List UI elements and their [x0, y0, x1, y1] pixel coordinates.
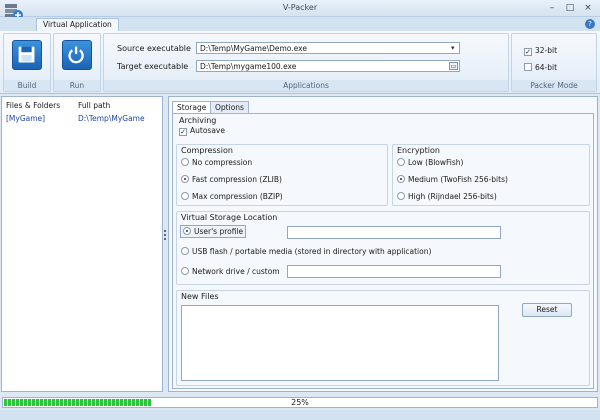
mode-64-checkbox[interactable]: 64-bit [524, 63, 557, 72]
tab-virtual-application[interactable]: Virtual Application [36, 18, 119, 32]
radio-label: User's profile [194, 227, 244, 236]
ribbon-tab-strip: Virtual Application ? [0, 17, 600, 32]
chevron-down-icon[interactable]: ▾ [451, 45, 457, 52]
browse-icon[interactable]: ▭ [449, 62, 458, 70]
run-group-label: Run [54, 80, 100, 91]
radio-label: No compression [192, 158, 253, 167]
mode-64-label: 64-bit [535, 63, 558, 72]
build-group: Build [3, 33, 51, 92]
status-bar [0, 410, 600, 420]
checkmark-icon: ✓ [524, 48, 532, 56]
radio-label: Network drive / custom [192, 267, 280, 276]
source-executable-combo[interactable]: D:\Temp\MyGame\Demo.exe ▾ [196, 42, 460, 54]
settings-panel: Storage Options Archiving ✓ Autosave Comp… [168, 96, 598, 392]
radio-max-compression[interactable]: Max compression (BZIP) [181, 192, 283, 201]
network-drive-path-input[interactable] [287, 265, 501, 278]
storage-tab-content: Archiving ✓ Autosave Compression No compr… [172, 113, 594, 389]
radio-label: Medium (TwoFish 256-bits) [408, 175, 508, 184]
radio-label: USB flash / portable media (stored in di… [192, 247, 432, 256]
radio-icon [397, 158, 405, 166]
radio-network-drive[interactable]: Network drive / custom [181, 267, 280, 276]
radio-users-profile[interactable]: User's profile [180, 225, 247, 238]
source-value: D:\Temp\MyGame\Demo.exe [200, 44, 307, 53]
radio-label: Max compression (BZIP) [192, 192, 283, 201]
new-files-title: New Files [181, 292, 219, 301]
mode-32-checkbox[interactable]: ✓ 32-bit [524, 46, 557, 56]
radio-icon [181, 192, 189, 200]
new-files-list[interactable] [181, 305, 499, 381]
packer-mode-group-label: Packer Mode [512, 80, 596, 91]
radio-selected-icon [181, 175, 189, 183]
help-icon[interactable]: ? [585, 19, 595, 29]
maximize-icon[interactable]: □ [563, 3, 577, 14]
window-title: V-Packer [282, 3, 318, 12]
storage-location-title: Virtual Storage Location [181, 213, 278, 222]
target-label: Target executable [117, 62, 189, 71]
radio-icon [181, 247, 189, 255]
autosave-label: Autosave [190, 126, 225, 135]
users-profile-path-input[interactable] [287, 226, 501, 239]
run-group: Run [53, 33, 101, 92]
ribbon: Build Run Source executable D:\Temp\MyGa… [0, 31, 600, 94]
progress-bar: 25% [2, 397, 598, 408]
empty-checkbox-icon [524, 63, 532, 71]
column-header-path[interactable]: Full path [78, 101, 110, 110]
autosave-checkbox[interactable]: ✓ Autosave [179, 126, 225, 136]
radio-icon [181, 158, 189, 166]
build-group-label: Build [4, 80, 50, 91]
radio-label: High (Rijndael 256-bits) [408, 192, 497, 201]
radio-no-compression[interactable]: No compression [181, 158, 252, 167]
source-label: Source executable [117, 44, 191, 53]
new-files-group: New Files Reset [176, 290, 590, 386]
radio-label: Fast compression (ZLIB) [192, 175, 282, 184]
reset-button[interactable]: Reset [522, 303, 572, 317]
panel-splitter-handle[interactable] [164, 230, 167, 244]
file-name-cell: [MyGame] [6, 114, 46, 123]
radio-icon [397, 192, 405, 200]
applications-group: Source executable D:\Temp\MyGame\Demo.ex… [103, 33, 509, 92]
radio-high-encryption[interactable]: High (Rijndael 256-bits) [397, 192, 497, 201]
checkmark-icon: ✓ [179, 128, 187, 136]
radio-label: Low (BlowFish) [408, 158, 464, 167]
radio-low-encryption[interactable]: Low (BlowFish) [397, 158, 463, 167]
radio-fast-compression[interactable]: Fast compression (ZLIB) [181, 175, 282, 184]
radio-icon [181, 267, 189, 275]
progress-label: 25% [291, 398, 309, 407]
save-disk-icon [18, 46, 35, 63]
files-panel: Files & Folders Full path [MyGame] D:\Te… [1, 96, 163, 392]
minimize-icon[interactable]: – [545, 3, 559, 14]
target-executable-field[interactable]: D:\Temp\mygame100.exe ▭ [196, 60, 460, 72]
encryption-title: Encryption [397, 146, 440, 155]
radio-selected-icon [183, 227, 191, 235]
column-header-files[interactable]: Files & Folders [6, 101, 60, 110]
radio-selected-icon [397, 175, 405, 183]
applications-group-label: Applications [104, 80, 508, 91]
compression-title: Compression [181, 146, 233, 155]
title-bar: V-Packer – □ × [0, 0, 600, 20]
close-icon[interactable]: × [581, 3, 595, 14]
storage-location-group: Virtual Storage Location User's profile … [176, 211, 590, 285]
file-path-cell: D:\Temp\MyGame [78, 114, 145, 123]
archiving-title: Archiving [179, 116, 217, 125]
radio-usb-flash[interactable]: USB flash / portable media (stored in di… [181, 247, 431, 256]
compression-group: Compression No compression Fast compress… [176, 144, 388, 206]
power-icon [68, 46, 84, 64]
radio-medium-encryption[interactable]: Medium (TwoFish 256-bits) [397, 175, 508, 184]
target-value: D:\Temp\mygame100.exe [200, 62, 297, 71]
mode-32-label: 32-bit [535, 46, 558, 55]
build-button[interactable] [12, 40, 42, 70]
encryption-group: Encryption Low (BlowFish) Medium (TwoFis… [392, 144, 590, 206]
packer-mode-group: ✓ 32-bit 64-bit Packer Mode [511, 33, 597, 92]
run-button[interactable] [62, 40, 92, 70]
